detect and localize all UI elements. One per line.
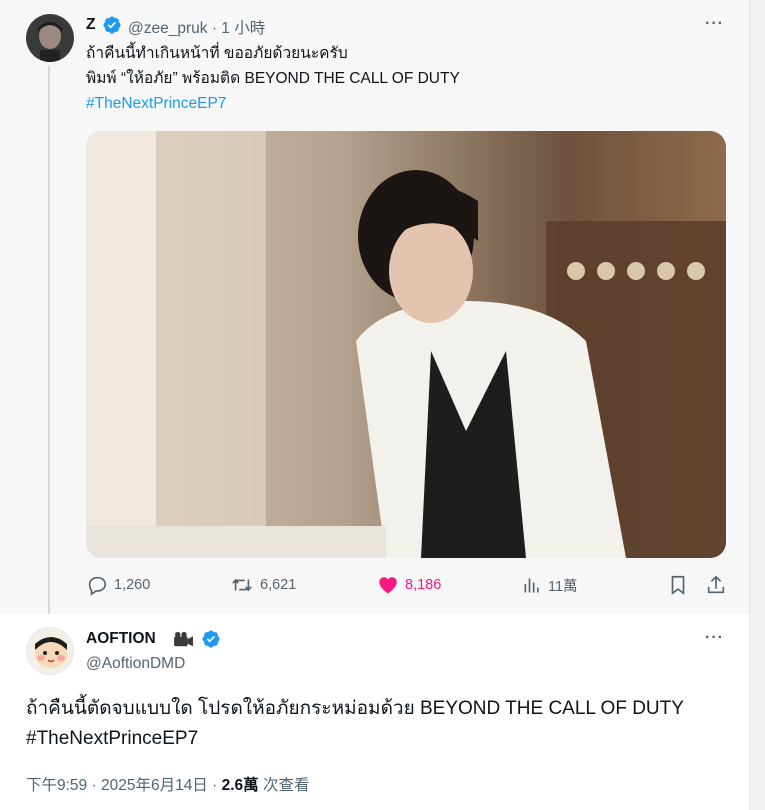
parent-text-line-2: พิมพ์ “ให้อภัย” พร้อมติด BEYOND THE CALL… <box>86 70 460 87</box>
parent-tweet[interactable]: Z @zee_pruk · 1 小時 ··· ถ้าคืนนี้ทำเกินหน… <box>0 0 749 614</box>
reply-views-label: 次查看 <box>262 777 310 794</box>
views-button[interactable]: 11萬 <box>522 574 578 596</box>
reply-icon <box>88 576 107 596</box>
bookmark-icon <box>671 575 685 595</box>
parent-handle[interactable]: @zee_pruk · 1 小時 <box>128 16 265 38</box>
reply-views-count: 2.6萬 <box>221 777 259 794</box>
tweet-meta: 下午9:59 · 2025年6月14日 · 2.6萬 次查看 <box>26 773 310 795</box>
separator-dot: · <box>211 20 217 37</box>
reply-handle[interactable]: @AoftionDMD <box>86 655 185 673</box>
parent-hashtag-link[interactable]: #TheNextPrinceEP7 <box>86 92 226 115</box>
share-button[interactable] <box>705 574 727 596</box>
reply-display-name[interactable]: AOFTION <box>86 630 156 648</box>
heart-icon <box>379 577 397 594</box>
parent-more-icon[interactable]: ··· <box>705 15 724 33</box>
reply-count: 1,260 <box>114 577 151 593</box>
verified-badge-icon <box>103 16 121 34</box>
bookmark-button[interactable] <box>667 574 689 596</box>
parent-handle-text[interactable]: @zee_pruk <box>128 20 208 37</box>
tweet-photo[interactable] <box>86 131 726 558</box>
reply-button[interactable]: 1,260 <box>86 574 150 596</box>
reply-date[interactable]: 2025年6月14日 <box>101 777 208 794</box>
parent-action-bar: 1,260 6,621 8,186 11萬 <box>0 574 749 600</box>
parent-text-line-1: ถ้าคืนนี้ทำเกินหน้าที่ ขออภัยด้วยนะครับ <box>86 45 348 62</box>
reply-hashtag-link[interactable]: #TheNextPrinceEP7 <box>26 725 198 753</box>
views-count: 11萬 <box>548 578 578 595</box>
scrollbar[interactable] <box>749 0 765 810</box>
reply-text: ถ้าคืนนี้ตัดจบแบบใด โปรดให้อภัยกระหม่อมด… <box>26 698 684 719</box>
parent-avatar[interactable] <box>26 14 74 62</box>
meta-separator-2: · <box>212 777 218 794</box>
parent-timestamp[interactable]: 1 小時 <box>221 20 265 37</box>
share-icon <box>707 575 725 594</box>
like-count: 8,186 <box>405 577 442 593</box>
reply-avatar[interactable] <box>26 627 74 675</box>
meta-separator-1: · <box>91 777 97 794</box>
reply-verified-badge-icon <box>202 630 220 648</box>
repost-button[interactable]: 6,621 <box>230 574 296 596</box>
repost-icon <box>232 578 252 592</box>
reply-time[interactable]: 下午9:59 <box>26 777 87 794</box>
parent-display-name[interactable]: Z <box>86 16 95 34</box>
repost-count: 6,621 <box>260 577 297 593</box>
like-button[interactable]: 8,186 <box>377 574 441 596</box>
thread-connector <box>48 66 50 614</box>
views-icon <box>524 578 539 593</box>
reply-more-icon[interactable]: ··· <box>705 629 724 647</box>
camera-emoji-icon <box>174 631 193 647</box>
